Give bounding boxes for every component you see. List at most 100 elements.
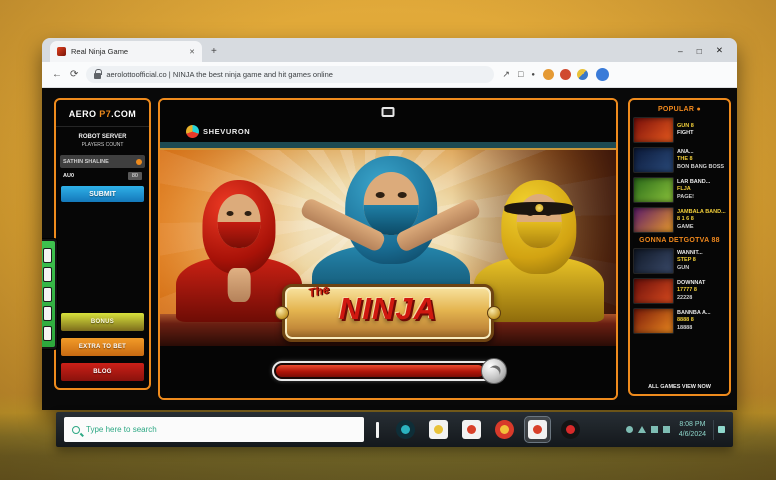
share-segment[interactable] (43, 326, 52, 341)
task-view-icon[interactable] (376, 422, 379, 438)
language-icon[interactable] (663, 426, 670, 433)
browser-toolbar: ← ⟳ aerolottoofficial.co | NINJA the bes… (42, 62, 737, 88)
side-panel-icon[interactable]: □ (518, 70, 523, 79)
yellow-ninja-mask (516, 222, 561, 248)
thumb-fire-2 (633, 278, 674, 304)
game-item[interactable]: LAR BAND...FLJAPAGE! (633, 177, 726, 203)
game-item-line: DOWNNAT (677, 280, 726, 287)
url-text: aerolottoofficial.co | NINJA the best ni… (106, 70, 333, 79)
game-item-line: ANA... (677, 149, 726, 156)
red-ninja-mask (217, 222, 261, 248)
red-ninja-hands (228, 268, 251, 302)
games-footer-link[interactable]: ALL GAMES VIEW NOW (633, 380, 726, 392)
tab-favicon-icon (57, 47, 66, 56)
tab-strip: Real Ninja Game ✕ + – □ ✕ (42, 38, 737, 62)
taskbar-clock[interactable]: 8:08 PM 4/6/2024 (679, 420, 706, 439)
browser-tab[interactable]: Real Ninja Game ✕ (50, 41, 202, 62)
studio-name: SHEVURON (203, 127, 250, 136)
sidebar-button-blog[interactable]: BLOG (61, 363, 144, 381)
taskbar-app-opera[interactable] (558, 417, 583, 442)
sidebar-button-extra-to-bet[interactable]: EXTRA TO BET (61, 338, 144, 356)
taskbar: Type here to search 8:08 PM 4/6/2024 (56, 412, 733, 447)
profile-avatar[interactable] (596, 68, 609, 81)
sky-band (160, 142, 616, 150)
game-item[interactable]: ANA...THE 8BON BANG BOSS (633, 147, 726, 173)
taskbar-app-game[interactable] (492, 417, 517, 442)
address-bar[interactable]: aerolottoofficial.co | NINJA the best ni… (86, 66, 494, 83)
game-item-line: LAR BAND... (677, 179, 726, 186)
volume-icon[interactable] (626, 426, 633, 433)
share-segment[interactable] (43, 267, 52, 282)
sidebar-left-buttons: BONUS EXTRA TO BET BLOG (56, 306, 149, 388)
search-icon (72, 426, 80, 434)
tab-close-icon[interactable]: ✕ (189, 48, 195, 56)
game-item[interactable]: BANNBA A...8888 818888 (633, 308, 726, 334)
window-close-button[interactable]: ✕ (716, 45, 723, 56)
game-title-banner: The NINJA (282, 284, 494, 342)
game-item-line: 8 1 6 8 (677, 216, 726, 223)
eye (227, 211, 234, 216)
thumb-fire-red (633, 117, 674, 143)
ext-orange-icon[interactable] (543, 69, 554, 80)
game-topbar: SHEVURON (160, 100, 616, 142)
taskbar-search[interactable]: Type here to search (64, 417, 364, 442)
game-scene[interactable]: The NINJA (160, 142, 616, 346)
game-item[interactable]: DOWNNAT17777 822228 (633, 278, 726, 304)
ext-weather-icon[interactable] (577, 69, 588, 80)
taskbar-apps (393, 417, 583, 442)
battery-icon[interactable] (651, 426, 658, 433)
yellow-ninja-headband (504, 202, 573, 214)
window-minimize-button[interactable]: – (678, 46, 683, 56)
taskbar-app-edge[interactable] (393, 417, 418, 442)
eye (244, 211, 251, 216)
studio-logo-icon (186, 125, 199, 138)
game-item[interactable]: WANNIT...STEP 8GUN (633, 248, 726, 274)
game-item-line: 22228 (677, 295, 726, 302)
search-text: Type here to search (86, 425, 157, 434)
red-ninja-hood (202, 180, 275, 274)
share-segment[interactable] (43, 248, 52, 263)
window-maximize-button[interactable]: □ (697, 46, 702, 56)
sidebar-tagline-2: PLAYERS COUNT (56, 142, 149, 148)
username-input[interactable]: SATHIN SHALINE (60, 155, 145, 168)
game-panel: SHEVURON (158, 98, 618, 400)
game-item[interactable]: GUN 8FIGHT (633, 117, 726, 143)
game-item-line: STEP 8 (677, 257, 726, 264)
share-icon[interactable]: ↗ (502, 70, 510, 79)
extensions-icon[interactable]: ● (531, 72, 535, 78)
game-bottombar (160, 346, 616, 398)
taskbar-app-browser-active[interactable] (525, 417, 550, 442)
fullscreen-icon[interactable] (382, 107, 395, 117)
game-item-line: 8888 8 (677, 317, 726, 324)
share-segment[interactable] (43, 306, 52, 321)
refresh-button[interactable]: ⟳ (70, 70, 78, 80)
taskbar-app-files[interactable] (426, 417, 451, 442)
games-list: POPULAR ● GUN 8FIGHT ANA...THE 8BON BANG B… (633, 102, 726, 380)
share-widget-track (42, 241, 55, 347)
studio-logo: SHEVURON (186, 125, 250, 138)
thumb-night-battle (633, 147, 674, 173)
ext-red-icon[interactable] (560, 69, 571, 80)
share-segment[interactable] (43, 287, 52, 302)
game-item-line: GAME (677, 224, 726, 231)
new-tab-button[interactable]: + (211, 47, 217, 57)
submit-button[interactable]: SUBMIT (61, 186, 144, 202)
games-section-header: POPULAR ● (633, 106, 726, 113)
share-widget[interactable] (42, 238, 58, 350)
blue-ninja-hood (345, 156, 437, 264)
game-item[interactable]: JAMBALA BAND...8 1 6 8GAME (633, 207, 726, 233)
game-item-line: 17777 8 (677, 287, 726, 294)
system-tray (626, 426, 670, 433)
game-item-line: GUN 8 (677, 123, 726, 130)
notifications-icon[interactable] (713, 420, 725, 440)
eye (398, 192, 407, 198)
back-button[interactable]: ← (52, 70, 62, 80)
left-sidebar: AERO P7.COM ROBOT SERVER PLAYERS COUNT S… (54, 98, 151, 390)
network-icon[interactable] (638, 426, 646, 433)
browser-window: Real Ninja Game ✕ + – □ ✕ ← ⟳ aerolottoo… (42, 38, 737, 410)
sidebar-button-bonus[interactable]: BONUS (61, 313, 144, 331)
blue-ninja-face (364, 172, 419, 235)
taskbar-app-media[interactable] (459, 417, 484, 442)
game-item-line: PAGE! (677, 194, 726, 201)
right-sidebar: POPULAR ● GUN 8FIGHT ANA...THE 8BON BANG B… (628, 98, 731, 396)
